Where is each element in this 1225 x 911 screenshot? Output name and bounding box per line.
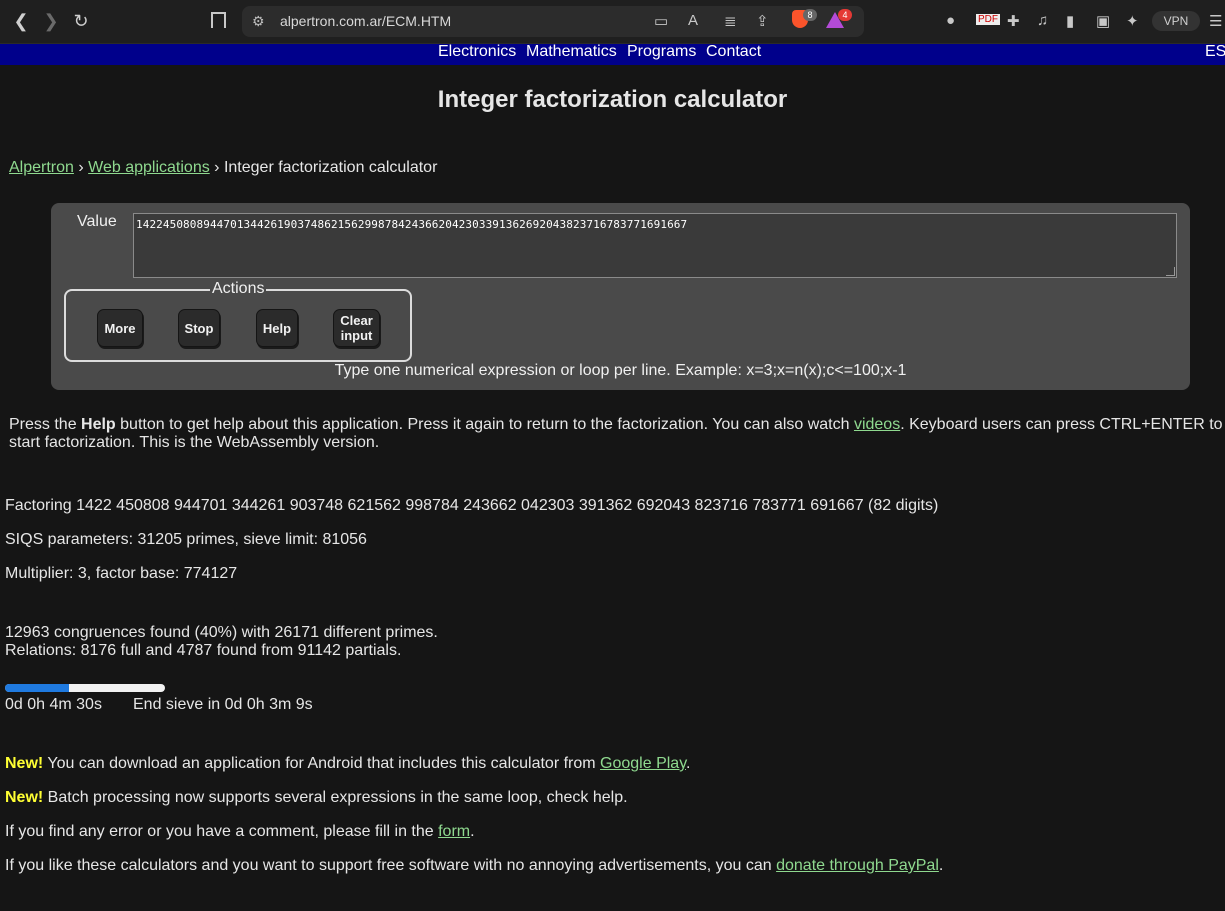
value-label: Value — [77, 213, 117, 230]
media-music-icon[interactable]: ♫ — [1037, 12, 1048, 29]
site-nav-bar: Electronics Mathematics Programs Contact… — [0, 44, 1225, 65]
input-hint: Type one numerical expression or loop pe… — [334, 362, 907, 379]
nav-contact[interactable]: Contact — [706, 44, 761, 60]
clear-input-button[interactable]: Clear input — [333, 309, 380, 347]
factoring-status: Factoring 1422 450808 944701 344261 9037… — [5, 497, 939, 514]
period: . — [470, 823, 475, 840]
wallet-icon[interactable]: ▣ — [1096, 12, 1110, 30]
donate-line: If you like these calculators and you wa… — [5, 857, 943, 875]
cast-icon[interactable]: ▭ — [654, 12, 668, 30]
news-android: New! You can download an application for… — [5, 755, 690, 773]
paypal-link[interactable]: donate through PayPal — [776, 857, 939, 874]
actions-fieldset: Actions More Stop Help Clear input — [64, 280, 412, 362]
support-text: If you like these calculators and you wa… — [5, 857, 777, 874]
stop-button-label: Stop — [184, 320, 214, 336]
new-tag: New! — [5, 755, 44, 772]
url-text[interactable]: alpertron.com.ar/ECM.HTM — [280, 13, 451, 29]
bookmark-icon[interactable] — [211, 12, 226, 28]
breadcrumb-home-link[interactable]: Alpertron — [9, 159, 74, 176]
value-input-text[interactable]: 1422450808944701344261903748621562998784… — [136, 218, 687, 231]
resize-handle[interactable] — [1166, 267, 1175, 276]
android-text: You can download an application for Andr… — [43, 755, 601, 772]
relations-status: Relations: 8176 full and 4787 found from… — [5, 642, 402, 659]
clear-button-label-line2: input — [340, 328, 373, 343]
clear-button-label-line1: Clear — [340, 313, 373, 328]
leo-ai-icon[interactable]: ✦ — [1126, 12, 1139, 30]
form-link[interactable]: form — [438, 823, 470, 840]
sidebar-icon[interactable]: ▮ — [1066, 12, 1074, 30]
help-text-part2: button to get help about this applicatio… — [115, 416, 854, 433]
breadcrumb-current: Integer factorization calculator — [223, 159, 438, 176]
help-paragraph: Press the Help button to get help about … — [9, 416, 1225, 452]
end-sieve-estimate: End sieve in 0d 0h 3m 9s — [133, 696, 313, 713]
nav-electronics[interactable]: Electronics — [438, 44, 516, 60]
nav-mathematics[interactable]: Mathematics — [526, 44, 617, 60]
breadcrumb: Alpertron › Web applications › Integer f… — [9, 159, 437, 177]
breadcrumb-separator: › — [78, 159, 84, 176]
shield-badge: 8 — [803, 9, 817, 21]
more-button-label: More — [104, 320, 136, 336]
elapsed-time: 0d 0h 4m 30s — [5, 696, 102, 713]
batch-text: Batch processing now supports several ex… — [43, 789, 628, 806]
share-icon[interactable]: ⇪ — [756, 12, 769, 30]
forward-icon[interactable]: ❯ — [40, 10, 62, 32]
breadcrumb-section-link[interactable]: Web applications — [88, 159, 210, 176]
back-icon[interactable]: ❮ — [10, 10, 32, 32]
help-button-label: Help — [262, 320, 292, 336]
videos-link[interactable]: videos — [854, 416, 900, 433]
news-batch: New! Batch processing now supports sever… — [5, 789, 628, 807]
feedback-line: If you find any error or you have a comm… — [5, 823, 475, 841]
site-settings-icon[interactable]: ⚙ — [252, 13, 265, 30]
reader-mode-icon[interactable]: ≣ — [724, 12, 737, 30]
error-text: If you find any error or you have a comm… — [5, 823, 439, 840]
pdf-extension-icon[interactable]: PDF — [976, 14, 1000, 25]
nav-programs[interactable]: Programs — [627, 44, 696, 60]
calculator-panel: Value 1422450808944701344261903748621562… — [51, 203, 1190, 390]
vpn-button[interactable]: VPN — [1152, 11, 1200, 31]
congruences-status: 12963 congruences found (40%) with 26171… — [5, 624, 438, 641]
stop-button[interactable]: Stop — [178, 309, 220, 347]
new-tag: New! — [5, 789, 44, 806]
help-word: Help — [81, 416, 116, 433]
google-play-link[interactable]: Google Play — [600, 755, 686, 772]
cookie-extension-icon[interactable]: ● — [946, 12, 955, 29]
actions-legend: Actions — [210, 280, 267, 298]
multiplier-info: Multiplier: 3, factor base: 774127 — [5, 565, 238, 582]
page-title: Integer factorization calculator — [437, 86, 788, 113]
period: . — [686, 755, 691, 772]
breadcrumb-separator: › — [214, 159, 220, 176]
alert-badge: 4 — [838, 9, 852, 21]
vpn-label: VPN — [1163, 14, 1189, 28]
browser-toolbar: ❮ ❯ ↻ ⚙ alpertron.com.ar/ECM.HTM ▭ A ≣ ⇪… — [0, 0, 1225, 44]
extensions-puzzle-icon[interactable]: ✚ — [1007, 12, 1020, 30]
value-input[interactable]: 1422450808944701344261903748621562998784… — [133, 213, 1177, 278]
help-text-part1: Press the — [9, 416, 82, 433]
siqs-parameters: SIQS parameters: 31205 primes, sieve lim… — [5, 531, 367, 548]
translate-icon[interactable]: A — [688, 12, 698, 29]
sieve-progress-fill — [5, 684, 69, 692]
sieve-progress-bar — [5, 684, 165, 692]
address-bar[interactable]: ⚙ alpertron.com.ar/ECM.HTM ▭ A ≣ ⇪ — [242, 6, 864, 37]
reload-icon[interactable]: ↻ — [70, 10, 92, 32]
menu-icon[interactable]: ☰ — [1209, 12, 1222, 30]
nav-language-es[interactable]: ES — [1205, 44, 1225, 60]
help-button[interactable]: Help — [256, 309, 298, 347]
more-button[interactable]: More — [97, 309, 143, 347]
period: . — [938, 857, 944, 874]
